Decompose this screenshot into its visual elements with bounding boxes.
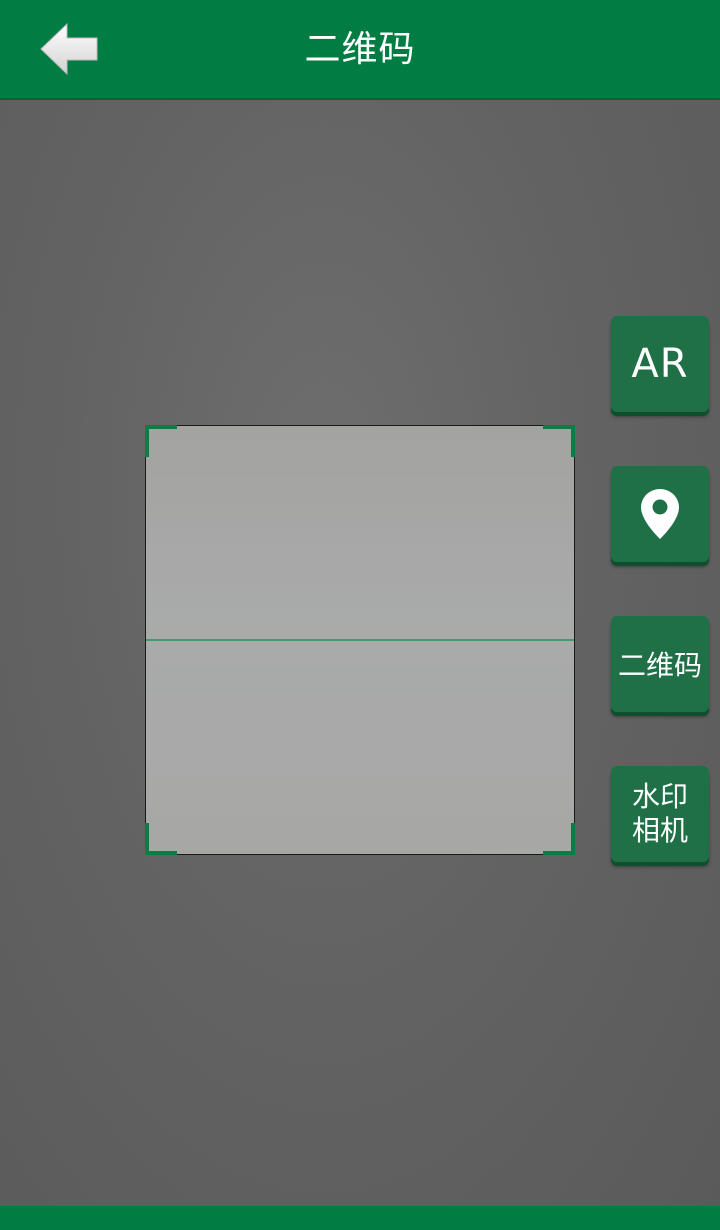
- qr-scan-frame: [145, 425, 575, 855]
- location-button[interactable]: [611, 466, 709, 562]
- camera-preview: 二维码 AR 二维码 水印 相机: [0, 0, 720, 1230]
- scan-corner-top-right: [543, 425, 575, 457]
- top-bar: 二维码: [0, 0, 720, 100]
- bottom-bar: [0, 1206, 720, 1230]
- scan-corner-top-left: [145, 425, 177, 457]
- watermark-camera-button-label: 水印 相机: [631, 780, 688, 847]
- scan-line: [146, 639, 574, 641]
- watermark-camera-button[interactable]: 水印 相机: [611, 766, 709, 862]
- ar-button[interactable]: AR: [611, 316, 709, 412]
- scan-corner-bottom-right: [543, 823, 575, 855]
- qrcode-button[interactable]: 二维码: [611, 616, 709, 712]
- page-title: 二维码: [304, 29, 416, 70]
- ar-button-label: AR: [631, 341, 689, 387]
- scan-corner-bottom-left: [145, 823, 177, 855]
- qrcode-button-label: 二维码: [617, 649, 702, 682]
- location-pin-icon: [641, 489, 679, 539]
